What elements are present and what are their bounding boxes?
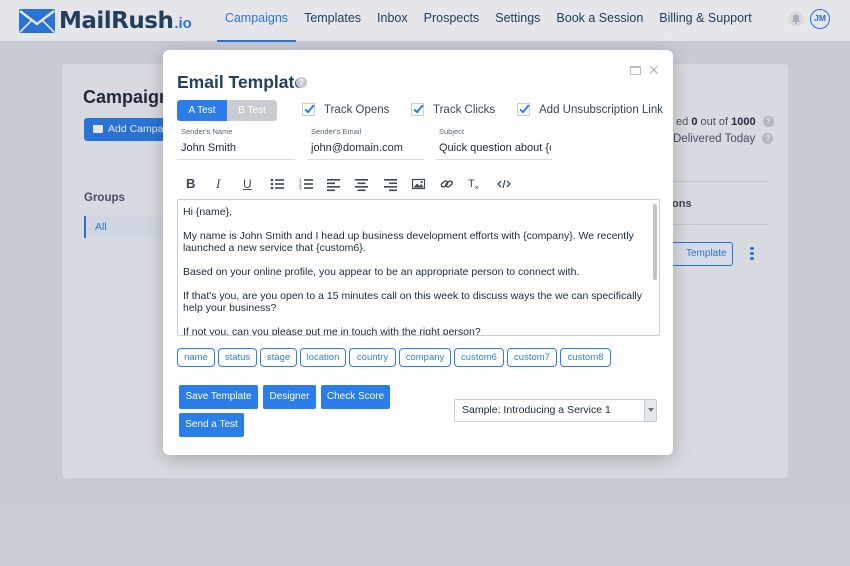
modal-title: Email Template xyxy=(177,72,305,92)
body-line: If that's you, are you open to a 15 minu… xyxy=(183,290,642,314)
sender-email-field[interactable]: Sender's Email john@domain.com xyxy=(307,127,424,160)
clear-format-icon[interactable]: T× xyxy=(468,176,479,192)
underline-icon[interactable]: U xyxy=(243,176,252,192)
clear-format-glyph: T xyxy=(468,178,475,190)
body-line: Based on your online profile, you appear… xyxy=(183,266,580,278)
align-left-icon[interactable] xyxy=(327,176,341,192)
checkbox-checked-icon[interactable] xyxy=(517,103,530,116)
tab-a-test[interactable]: A Test xyxy=(177,100,227,121)
ab-test-toggle: A Test B Test xyxy=(177,100,277,121)
checkbox-checked-icon[interactable] xyxy=(411,103,424,116)
tab-b-test[interactable]: B Test xyxy=(227,100,277,121)
save-template-button[interactable]: Save Template xyxy=(179,385,258,409)
align-center-icon[interactable] xyxy=(355,176,369,192)
send-test-button[interactable]: Send a Test xyxy=(179,413,244,437)
sender-email-label: Sender's Email xyxy=(311,127,362,136)
sample-template-select[interactable]: Sample: Introducing a Service 1 xyxy=(454,399,657,422)
tag-company[interactable]: company xyxy=(399,348,451,367)
check-score-button[interactable]: Check Score xyxy=(321,385,390,409)
numbered-list-icon[interactable]: 1 2 3 xyxy=(299,176,313,192)
align-right-icon[interactable] xyxy=(384,176,398,192)
subject-value[interactable]: Quick question about {company} xyxy=(439,142,551,154)
tag-country[interactable]: country xyxy=(349,348,396,367)
tag-stage[interactable]: stage xyxy=(260,348,297,367)
tag-location[interactable]: location xyxy=(300,348,346,367)
tag-custom6[interactable]: custom6 xyxy=(454,348,504,367)
link-icon[interactable] xyxy=(440,176,454,192)
merge-tags: name status stage location country compa… xyxy=(177,348,614,367)
unsubscribe-link-label: Add Unsubscription Link xyxy=(539,103,664,116)
checkbox-checked-icon[interactable] xyxy=(302,103,315,116)
body-line: If not you, can you please put me in tou… xyxy=(183,326,481,336)
email-body-editor[interactable]: Hi {name}, My name is John Smith and I h… xyxy=(177,199,660,336)
bold-icon[interactable]: B xyxy=(186,176,195,192)
help-icon[interactable]: ? xyxy=(296,77,307,88)
body-line: My name is John Smith and I head up busi… xyxy=(183,230,634,254)
track-clicks-checkbox[interactable]: Track Clicks xyxy=(411,103,495,116)
body-line: Hi {name}, xyxy=(183,206,233,218)
track-opens-checkbox[interactable]: Track Opens xyxy=(302,103,389,116)
sender-name-value[interactable]: John Smith xyxy=(181,142,295,154)
subject-field[interactable]: Subject Quick question about {company} xyxy=(435,127,552,160)
tag-status[interactable]: status xyxy=(218,348,257,367)
maximize-icon[interactable] xyxy=(630,66,641,75)
track-opens-label: Track Opens xyxy=(324,103,390,116)
code-icon[interactable] xyxy=(497,176,511,192)
editor-scrollbar[interactable] xyxy=(653,204,657,280)
tag-custom7[interactable]: custom7 xyxy=(507,348,557,367)
email-template-modal: Email Template ? ✕ A Test B Test Track O… xyxy=(163,50,673,455)
tag-custom8[interactable]: custom8 xyxy=(560,348,611,367)
sender-email-value[interactable]: john@domain.com xyxy=(311,142,424,154)
designer-button[interactable]: Designer xyxy=(263,385,316,409)
italic-icon[interactable]: I xyxy=(216,176,220,192)
subject-label: Subject xyxy=(439,127,465,136)
sender-name-field[interactable]: Sender's Name John Smith xyxy=(177,127,295,160)
sender-name-label: Sender's Name xyxy=(181,127,233,136)
image-icon[interactable] xyxy=(412,176,426,192)
close-icon[interactable]: ✕ xyxy=(648,63,660,77)
sample-template-value: Sample: Introducing a Service 1 xyxy=(462,404,611,416)
bullet-list-icon[interactable] xyxy=(270,176,284,192)
unsubscribe-link-checkbox[interactable]: Add Unsubscription Link xyxy=(517,103,663,116)
track-clicks-label: Track Clicks xyxy=(433,103,496,116)
svg-text:3: 3 xyxy=(299,186,302,191)
chevron-down-icon[interactable] xyxy=(644,400,656,421)
tag-name[interactable]: name xyxy=(177,348,215,367)
